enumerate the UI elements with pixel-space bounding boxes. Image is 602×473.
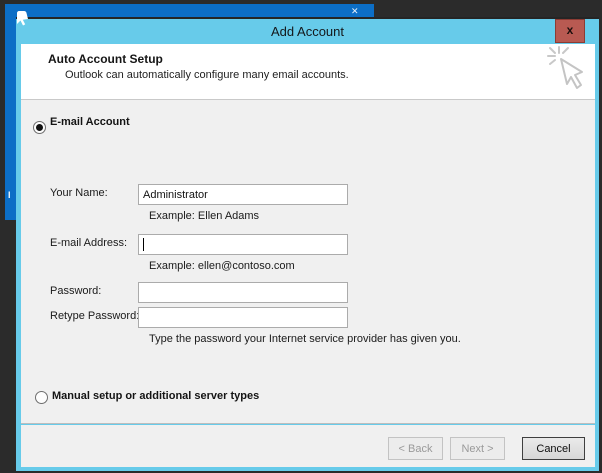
password-label: Password: bbox=[50, 285, 102, 297]
your-name-input[interactable] bbox=[138, 184, 348, 205]
password-input[interactable] bbox=[138, 282, 348, 303]
background-window-text-fragment: l bbox=[8, 190, 11, 200]
mouse-cursor bbox=[17, 11, 29, 31]
add-account-dialog: Add Account x Auto Account Setup Outlook… bbox=[16, 17, 599, 471]
dialog-footer: < Back Next > Cancel bbox=[21, 425, 595, 467]
email-address-hint: Example: ellen@contoso.com bbox=[149, 260, 295, 272]
dialog-body: E-mail Account Your Name: Example: Ellen… bbox=[21, 100, 595, 424]
your-name-hint: Example: Ellen Adams bbox=[149, 210, 260, 222]
radio-manual-setup[interactable] bbox=[35, 391, 48, 404]
radio-manual-setup-label[interactable]: Manual setup or additional server types bbox=[52, 390, 259, 402]
email-address-label: E-mail Address: bbox=[50, 237, 128, 249]
header-subtitle: Outlook can automatically configure many… bbox=[65, 69, 349, 81]
dialog-titlebar: Add Account x bbox=[16, 19, 599, 44]
retype-password-label: Retype Password: bbox=[50, 310, 140, 322]
cancel-button[interactable]: Cancel bbox=[522, 437, 585, 460]
email-address-input[interactable] bbox=[138, 234, 348, 255]
dialog-header: Auto Account Setup Outlook can automatic… bbox=[21, 44, 595, 100]
retype-password-input[interactable] bbox=[138, 307, 348, 328]
radio-email-account-label[interactable]: E-mail Account bbox=[50, 116, 130, 128]
your-name-label: Your Name: bbox=[50, 187, 108, 199]
dialog-close-button[interactable]: x bbox=[555, 19, 585, 43]
back-button[interactable]: < Back bbox=[388, 437, 443, 460]
header-title: Auto Account Setup bbox=[48, 52, 163, 66]
next-button[interactable]: Next > bbox=[450, 437, 505, 460]
auto-setup-cursor-spark-icon bbox=[545, 46, 585, 103]
password-help-text: Type the password your Internet service … bbox=[149, 333, 461, 345]
radio-email-account[interactable] bbox=[33, 121, 46, 134]
desktop: ✕ l Add Account x Auto Account Setup Out… bbox=[0, 0, 602, 473]
background-window-close-icon[interactable]: ✕ bbox=[351, 7, 359, 16]
text-caret bbox=[143, 238, 144, 251]
dialog-title: Add Account bbox=[271, 24, 344, 39]
